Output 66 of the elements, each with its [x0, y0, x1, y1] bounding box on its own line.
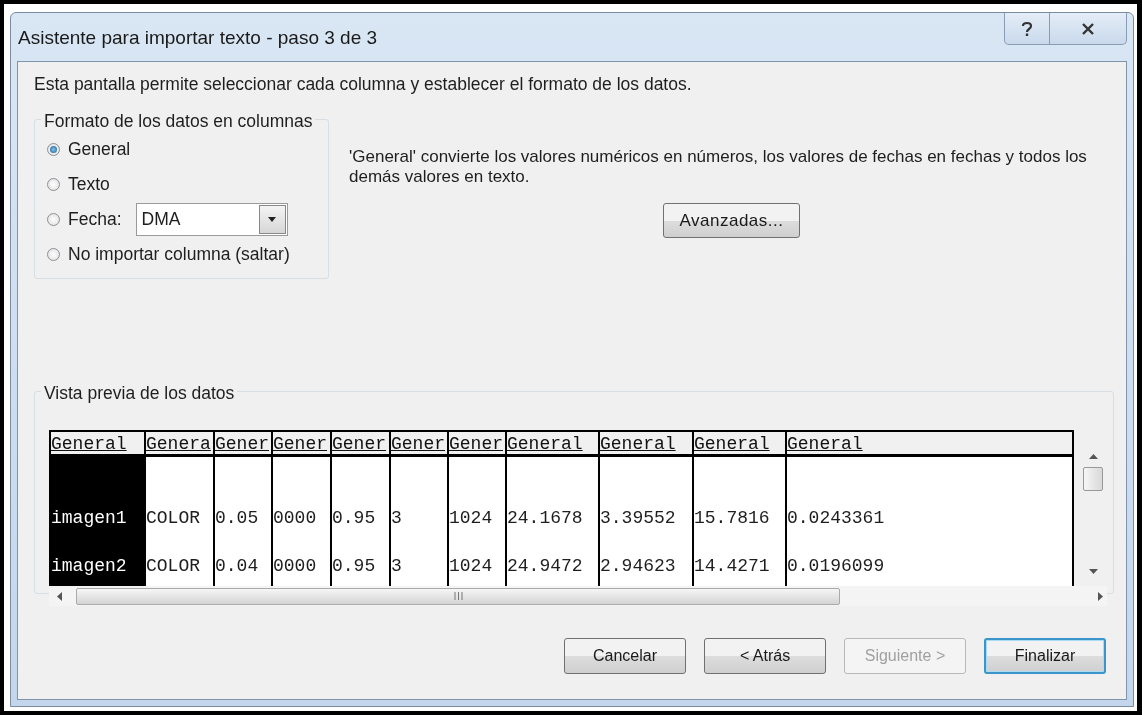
- radio-button[interactable]: [47, 143, 60, 156]
- column-header[interactable]: General: [507, 432, 598, 457]
- scroll-left-icon[interactable]: [57, 591, 62, 601]
- table-cell: COLOR: [146, 556, 200, 576]
- table-column[interactable]: General 15.7816 14.4271: [694, 432, 787, 586]
- column-header[interactable]: Gener: [449, 432, 505, 457]
- scroll-thumb[interactable]: [76, 587, 840, 605]
- window-title: Asistente para importar texto - paso 3 de 3: [18, 27, 378, 49]
- option-label[interactable]: General: [68, 139, 131, 160]
- table-column[interactable]: General 0.0243361 0.0196099: [787, 432, 1072, 586]
- description-text: 'General' convierte los valores numéricos en números, los valores de fechas en fechas y todos los demás valores en texto.: [349, 147, 1088, 187]
- table-cell: 0000: [273, 556, 317, 576]
- advanced-button[interactable]: Avanzadas...: [663, 203, 800, 238]
- grip-icon: [453, 592, 463, 600]
- column-header[interactable]: Gener: [332, 432, 389, 457]
- table-cell: COLOR: [146, 508, 200, 528]
- table-cell: 0.0243361: [787, 508, 885, 528]
- table-column[interactable]: General 24.1678 24.9472: [507, 432, 600, 586]
- table-cell: 0.95: [332, 508, 376, 528]
- column-header[interactable]: Genera: [146, 432, 213, 457]
- column-header[interactable]: General: [600, 432, 692, 457]
- column-header[interactable]: General: [51, 432, 144, 457]
- table-cell: 0000: [273, 508, 317, 528]
- table-cell: 3.39552: [600, 508, 676, 528]
- column-header[interactable]: General: [694, 432, 785, 457]
- help-button[interactable]: [1004, 13, 1050, 45]
- column-header[interactable]: Gener: [391, 432, 447, 457]
- table-cell: 14.4271: [694, 556, 770, 576]
- radio-button[interactable]: [47, 178, 60, 191]
- table-cell: imagen1: [51, 508, 127, 528]
- radio-button[interactable]: [47, 248, 60, 261]
- table-cell: 0.0196099: [787, 556, 885, 576]
- scroll-thumb[interactable]: [1083, 467, 1103, 491]
- table-cell: 24.1678: [507, 508, 583, 528]
- option-label[interactable]: Fecha:: [68, 209, 122, 230]
- instruction-text: Esta pantalla permite seleccionar cada columna y establecer el formato de los datos.: [34, 74, 693, 95]
- table-cell: 1024: [449, 508, 493, 528]
- horizontal-scrollbar[interactable]: [49, 586, 1107, 606]
- column-header[interactable]: Gener: [215, 432, 271, 457]
- group-title: Vista previa de los datos: [41, 383, 238, 404]
- table-cell: 3: [391, 556, 402, 576]
- option-label[interactable]: No importar columna (saltar): [68, 244, 290, 265]
- wizard-button[interactable]: Finalizar: [984, 638, 1106, 674]
- wizard-button[interactable]: Cancelar: [564, 638, 686, 674]
- column-header[interactable]: General: [787, 432, 1072, 457]
- column-header[interactable]: Gener: [273, 432, 330, 457]
- wizard-button[interactable]: < Atrás: [704, 638, 826, 674]
- table-cell: 3: [391, 508, 402, 528]
- table-column[interactable]: General 3.39552 2.94623: [600, 432, 694, 586]
- table-cell: imagen2: [51, 556, 127, 576]
- scroll-up-icon[interactable]: [1088, 454, 1098, 459]
- help-icon: [1021, 20, 1033, 37]
- table-cell: 0.95: [332, 556, 376, 576]
- option-label[interactable]: Texto: [68, 174, 110, 195]
- close-button[interactable]: [1050, 13, 1127, 45]
- scroll-down-icon[interactable]: [1088, 569, 1098, 574]
- date-format-dropdown[interactable]: DMA: [135, 203, 288, 236]
- radio-button[interactable]: [47, 213, 60, 226]
- table-cell: 1024: [449, 556, 493, 576]
- table-cell: 24.9472: [507, 556, 583, 576]
- close-icon: [1081, 22, 1095, 35]
- table-cell: 0.05: [215, 508, 259, 528]
- table-cell: 2.94623: [600, 556, 676, 576]
- scroll-right-icon[interactable]: [1098, 591, 1103, 601]
- table-cell: 15.7816: [694, 508, 770, 528]
- table-cell: 0.04: [215, 556, 259, 576]
